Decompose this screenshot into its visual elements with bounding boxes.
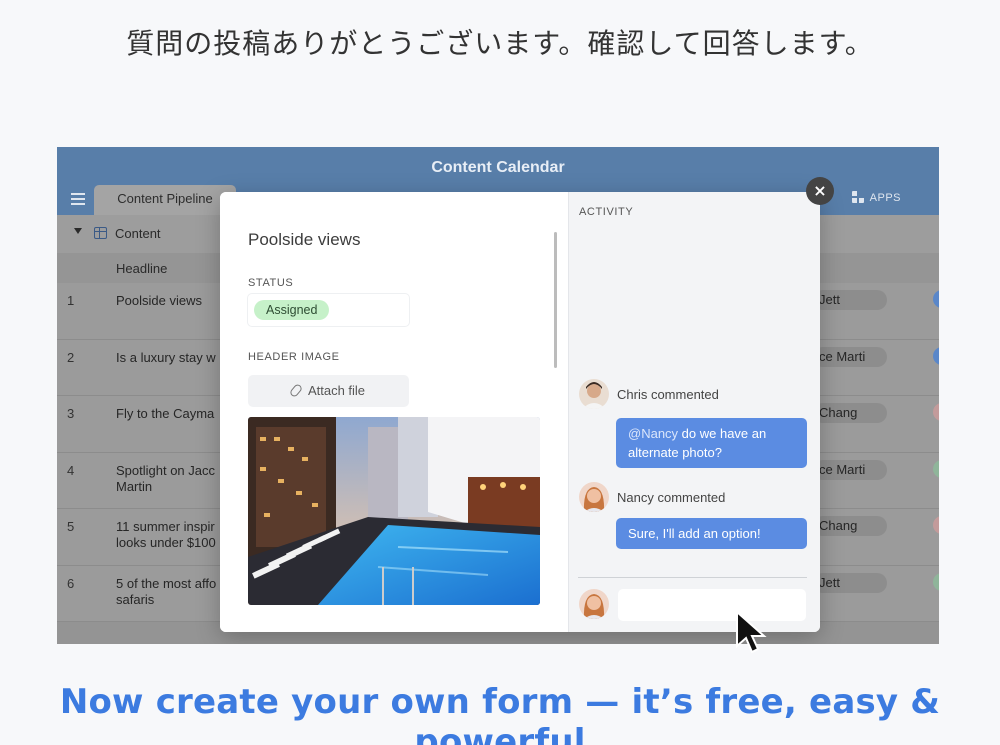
row-assignee[interactable]: ce Marti (813, 459, 887, 480)
row-status-dot (933, 403, 939, 421)
row-number: 5 (67, 519, 75, 534)
scrollbar[interactable] (554, 232, 557, 368)
paperclip-icon (288, 382, 304, 399)
row-number: 4 (67, 462, 75, 478)
mention[interactable]: @Nancy (628, 426, 678, 441)
comment-text: Sure, I'll add an option! (628, 526, 761, 541)
close-modal-button[interactable]: × (806, 177, 834, 205)
record-modal: Poolside views STATUS Assigned HEADER IM… (220, 192, 820, 632)
chris-avatar (579, 379, 609, 409)
attach-label: Attach file (307, 383, 366, 398)
row-status-dot (933, 346, 939, 365)
poolside-photo (248, 417, 540, 605)
comment-bubble: Sure, I'll add an option! (616, 518, 807, 549)
apps-button[interactable]: APPS (851, 191, 901, 204)
row-headline[interactable]: 11 summer inspir looks under $100 (116, 519, 221, 551)
comment-author: Nancy commented (617, 490, 726, 505)
row-status-dot (933, 516, 939, 534)
caret-down-icon[interactable] (74, 228, 82, 234)
divider (578, 577, 807, 578)
table-icon (94, 227, 107, 239)
record-title: Poolside views (248, 230, 361, 249)
activity-label: ACTIVITY (579, 206, 634, 218)
row-status-dot (933, 290, 939, 308)
row-number: 1 (67, 293, 75, 308)
comment-author: Chris commented (617, 387, 719, 402)
row-headline[interactable]: 5 of the most affo safaris (116, 576, 221, 608)
row-status-dot (933, 459, 939, 478)
row-assignee[interactable]: Jett (813, 572, 887, 593)
attach-file-button[interactable]: Attach file (248, 375, 409, 407)
row-number: 6 (67, 575, 75, 591)
app-screenshot: Content Calendar Content Pipeline APPS C… (57, 147, 939, 644)
activity-panel: ACTIVITY Chris commented @Nancy do we ha… (568, 192, 820, 632)
row-status-dot (933, 572, 939, 591)
status-badge: Assigned (254, 300, 330, 320)
row-number: 2 (67, 349, 75, 365)
top-message: 質問の投稿ありがとうございます。確認して回答します。 (126, 27, 874, 60)
row-headline[interactable]: Poolside views (116, 293, 221, 309)
row-assignee[interactable]: Chang (813, 403, 887, 423)
row-number: 3 (67, 406, 75, 421)
current-user-avatar (579, 589, 609, 619)
comment-input[interactable] (618, 589, 806, 621)
tab-content-pipeline[interactable]: Content Pipeline (94, 185, 236, 215)
row-assignee[interactable]: ce Marti (813, 346, 887, 367)
row-assignee[interactable]: Jett (813, 290, 887, 310)
record-details: Poolside views STATUS Assigned HEADER IM… (220, 192, 568, 632)
row-assignee[interactable]: Chang (813, 516, 887, 536)
table-name[interactable]: Content (115, 226, 161, 241)
nancy-avatar (579, 482, 609, 512)
apps-label: APPS (869, 192, 901, 204)
close-icon: × (813, 181, 827, 200)
header-image-thumbnail[interactable] (248, 417, 540, 605)
column-headline[interactable]: Headline (116, 261, 167, 276)
row-headline[interactable]: Spotlight on Jacc Martin (116, 463, 221, 495)
status-label: STATUS (248, 277, 294, 289)
row-headline[interactable]: Fly to the Cayma (116, 406, 221, 422)
status-field[interactable]: Assigned (248, 294, 409, 326)
comment-bubble: @Nancy do we have an alternate photo? (616, 418, 807, 468)
menu-icon[interactable] (71, 193, 85, 205)
cta-banner[interactable]: Now create your own form — it’s free, ea… (0, 682, 1000, 745)
mouse-cursor-icon (736, 610, 767, 654)
apps-icon (851, 191, 864, 203)
row-headline[interactable]: Is a luxury stay w (116, 350, 221, 366)
header-image-label: HEADER IMAGE (248, 351, 340, 363)
